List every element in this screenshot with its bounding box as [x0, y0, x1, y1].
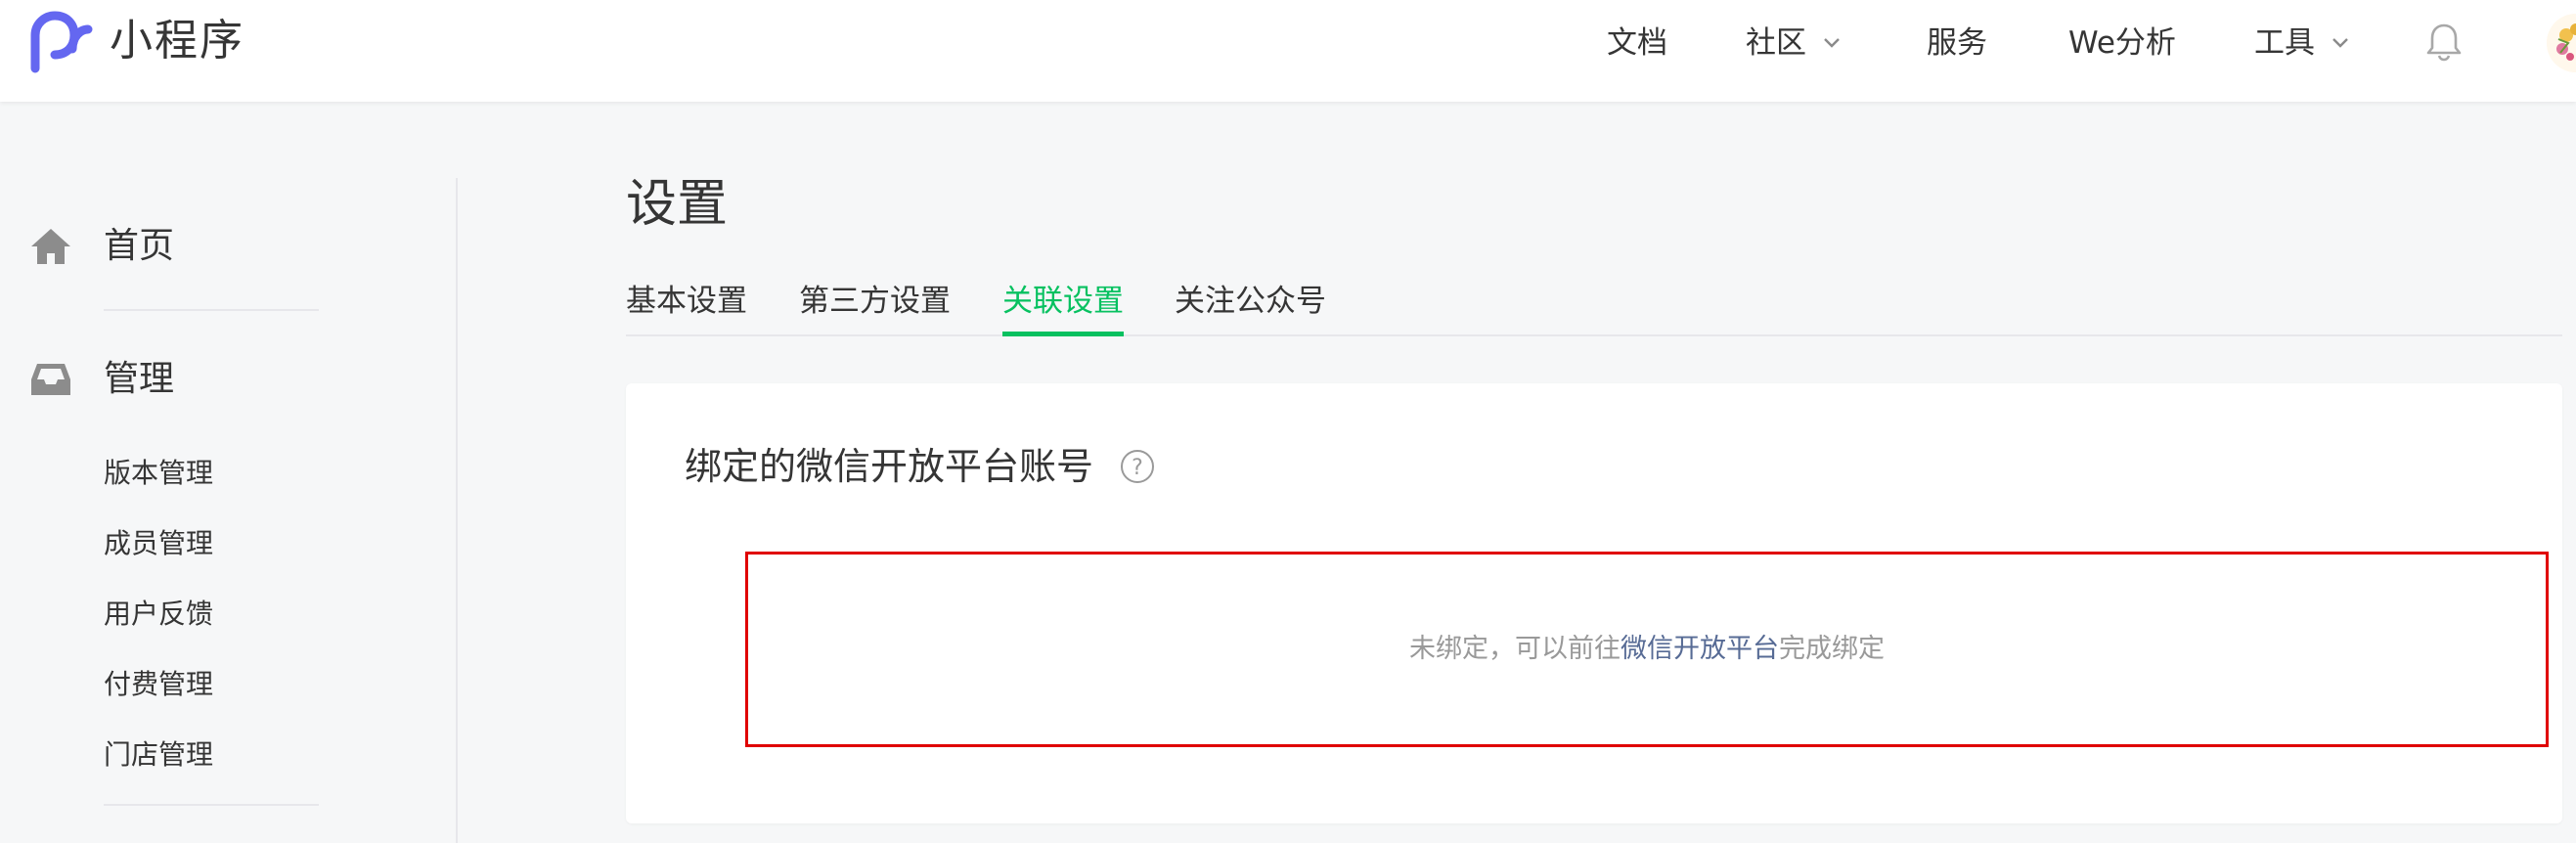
- nav-services-label: 服务: [1927, 25, 1987, 61]
- nav-community-label: 社区: [1746, 25, 1806, 61]
- sidebar-item-member-management[interactable]: 成员管理: [104, 522, 213, 565]
- binding-status-box: 未绑定，可以前往微信开放平台完成绑定: [745, 552, 2549, 747]
- tab-third-party-settings[interactable]: 第三方设置: [799, 276, 951, 334]
- sidebar-divider: [104, 804, 319, 806]
- question-circle-icon[interactable]: ?: [1119, 448, 1156, 485]
- sidebar-item-manage[interactable]: 管理: [0, 350, 450, 409]
- sidebar-item-user-feedback[interactable]: 用户反馈: [104, 593, 213, 636]
- binding-status-suffix: 完成绑定: [1779, 634, 1885, 664]
- avatar-image: [2547, 14, 2576, 72]
- sidebar-item-version-management[interactable]: 版本管理: [104, 452, 213, 495]
- nav-community[interactable]: 社区: [1746, 18, 1842, 68]
- svg-text:?: ?: [1132, 456, 1143, 480]
- page-title: 设置: [626, 175, 729, 234]
- sidebar-item-home-label: 首页: [104, 226, 175, 266]
- top-header: 小程序 文档 社区 服务 We分析 工具: [0, 0, 2576, 102]
- miniprogram-logo-icon[interactable]: [29, 10, 98, 74]
- nav-docs[interactable]: 文档: [1607, 18, 1667, 68]
- card-title-text: 绑定的微信开放平台账号: [685, 445, 1094, 488]
- settings-tabs: 基本设置 第三方设置 关联设置 关注公众号: [626, 276, 2562, 336]
- sidebar-divider: [104, 309, 319, 311]
- sidebar-item-store-management[interactable]: 门店管理: [104, 733, 213, 776]
- nav-tools-label: 工具: [2254, 25, 2315, 61]
- nav-services[interactable]: 服务: [1927, 18, 1987, 68]
- tab-association-settings[interactable]: 关联设置: [1002, 276, 1124, 336]
- sidebar-item-home[interactable]: 首页: [0, 217, 450, 276]
- open-platform-link[interactable]: 微信开放平台: [1621, 634, 1779, 664]
- tabs-underline: [626, 334, 2562, 336]
- user-avatar[interactable]: [2547, 14, 2576, 72]
- binding-status-text: 未绑定，可以前往微信开放平台完成绑定: [748, 555, 2546, 744]
- open-platform-card: 绑定的微信开放平台账号 ? 未绑定，可以前往微信开放平台完成绑定: [626, 383, 2562, 823]
- nav-we-analytics-label: We分析: [2068, 25, 2176, 61]
- nav-we-analytics[interactable]: We分析: [2068, 18, 2176, 68]
- bell-icon[interactable]: [2425, 22, 2463, 63]
- nav-docs-label: 文档: [1607, 25, 1667, 61]
- sidebar-border: [456, 178, 458, 843]
- brand-title[interactable]: 小程序: [110, 12, 244, 70]
- nav-tools[interactable]: 工具: [2254, 18, 2350, 68]
- chevron-down-icon: [2332, 37, 2348, 48]
- card-title: 绑定的微信开放平台账号 ?: [685, 442, 1156, 491]
- inbox-icon: [31, 364, 70, 395]
- sidebar: 首页 管理 版本管理 成员管理 用户反馈 付费管理 门店管理: [0, 102, 458, 843]
- chevron-down-icon: [1824, 37, 1840, 48]
- tab-basic-settings[interactable]: 基本设置: [626, 276, 747, 334]
- sidebar-item-manage-label: 管理: [104, 359, 175, 399]
- home-icon: [31, 229, 70, 264]
- sidebar-item-payment-management[interactable]: 付费管理: [104, 663, 213, 706]
- binding-status-prefix: 未绑定，可以前往: [1409, 634, 1621, 664]
- tab-follow-official-account[interactable]: 关注公众号: [1175, 276, 1326, 334]
